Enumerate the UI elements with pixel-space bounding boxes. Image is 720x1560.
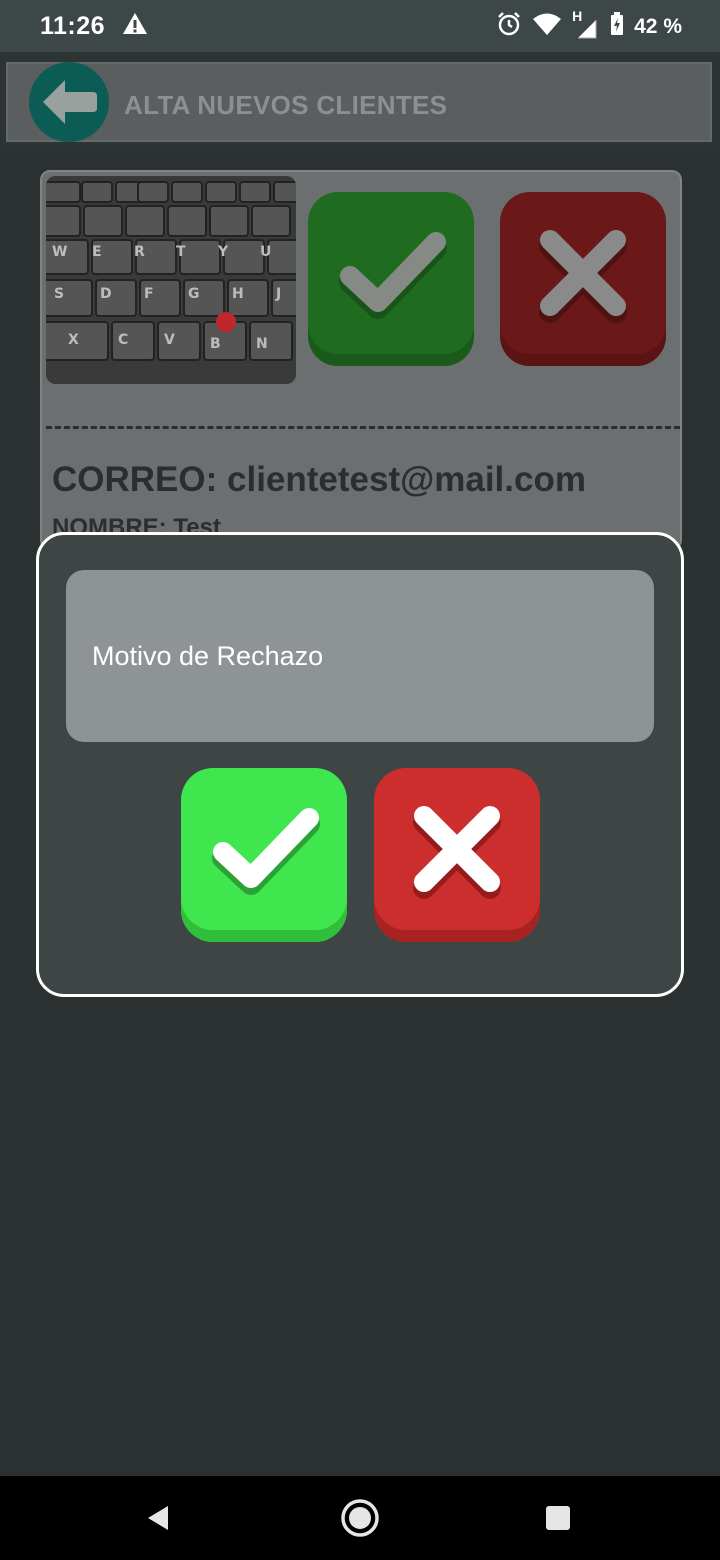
svg-text:F: F (144, 286, 154, 302)
page-title: ALTA NUEVOS CLIENTES (124, 90, 448, 120)
signal-icon: H (572, 8, 600, 40)
alarm-icon (496, 11, 522, 43)
svg-text:W: W (52, 244, 67, 260)
system-nav-bar (0, 1476, 720, 1560)
nav-home-button[interactable] (315, 1476, 405, 1560)
close-icon (413, 806, 501, 899)
svg-text:C: C (118, 332, 128, 348)
wifi-icon (532, 12, 562, 42)
card-divider (46, 426, 680, 429)
svg-text:S: S (54, 286, 64, 302)
app-header: ALTA NUEVOS CLIENTES (0, 52, 720, 152)
battery-percent: 42 % (634, 15, 682, 38)
nav-back-button[interactable] (114, 1476, 204, 1560)
svg-text:G: G (188, 286, 200, 302)
svg-text:U: U (260, 244, 271, 260)
svg-text:V: V (164, 332, 175, 348)
approve-client-button[interactable] (308, 192, 474, 366)
svg-text:D: D (100, 286, 112, 302)
recents-icon (546, 1506, 570, 1530)
svg-text:X: X (68, 332, 79, 348)
close-icon (539, 230, 627, 323)
client-photo: W E R T Y U S D F G H J X C V B N (46, 176, 296, 384)
reject-reason-dialog (36, 532, 684, 997)
svg-text:H: H (232, 286, 244, 302)
home-icon (341, 1499, 379, 1537)
svg-text:B: B (210, 336, 221, 352)
client-card: W E R T Y U S D F G H J X C V B N CORREO: clientetest@… (40, 170, 682, 550)
warning-icon (122, 12, 148, 41)
status-bar: 11:26 H 42 % (0, 0, 720, 52)
battery-icon (610, 12, 624, 42)
status-time: 11:26 (40, 12, 106, 40)
svg-text:T: T (176, 244, 186, 260)
check-icon (212, 808, 320, 895)
check-icon (339, 232, 447, 319)
svg-text:N: N (256, 336, 268, 352)
toolbar: ALTA NUEVOS CLIENTES (6, 62, 712, 142)
svg-text:R: R (134, 244, 145, 260)
svg-text:J: J (275, 286, 281, 302)
reject-reason-input[interactable] (66, 570, 654, 742)
svg-text:Y: Y (217, 244, 229, 260)
confirm-button[interactable] (181, 768, 347, 942)
cancel-button[interactable] (374, 768, 540, 942)
reject-client-button[interactable] (500, 192, 666, 366)
nav-recents-button[interactable] (513, 1476, 603, 1560)
back-icon (148, 1506, 168, 1530)
back-button[interactable] (29, 62, 109, 142)
back-arrow-icon (43, 80, 97, 124)
svg-text:E: E (92, 244, 102, 260)
client-email: CORREO: clientetest@mail.com (52, 460, 586, 499)
